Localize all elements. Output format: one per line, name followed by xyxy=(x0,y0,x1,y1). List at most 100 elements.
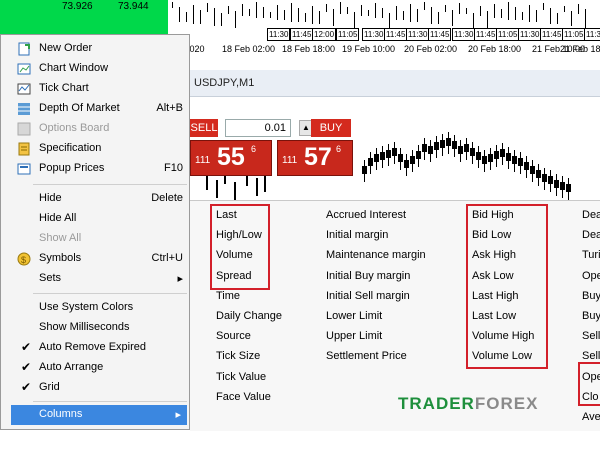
candle-body xyxy=(446,138,451,146)
column-option[interactable]: Initial margin xyxy=(326,229,388,241)
candle-wick xyxy=(216,180,218,198)
column-option[interactable]: Daily Change xyxy=(216,310,282,322)
menu-item-grid[interactable]: ✔ Grid xyxy=(1,378,189,398)
candle-wick xyxy=(578,4,579,14)
column-option[interactable]: Dea xyxy=(582,209,600,221)
highlight-box-middle xyxy=(466,204,548,369)
candle-wick xyxy=(298,8,299,22)
column-option[interactable]: Initial Sell margin xyxy=(326,290,410,302)
symbols-icon: $ xyxy=(17,252,31,266)
menu-item-show-milliseconds[interactable]: Show Milliseconds xyxy=(1,318,189,338)
sell-price-box[interactable]: 111 55 6 xyxy=(190,140,272,176)
candle-body xyxy=(458,146,463,154)
candle-wick xyxy=(550,8,551,24)
column-option[interactable]: Maintenance margin xyxy=(326,249,426,261)
menu-item-symbols[interactable]: $ Symbols Ctrl+U xyxy=(1,249,189,269)
time-box: 11:05 xyxy=(562,28,586,41)
candle-wick xyxy=(480,6,481,16)
column-option[interactable]: Source xyxy=(216,330,251,342)
candle-wick xyxy=(396,6,397,20)
candle-wick xyxy=(179,7,180,22)
column-option[interactable]: Tick Value xyxy=(216,371,266,383)
highlight-box-right xyxy=(578,362,600,406)
column-option[interactable]: Sell xyxy=(582,330,600,342)
column-option[interactable]: Face Value xyxy=(216,391,271,403)
watermark-part-2: FOREX xyxy=(474,394,539,413)
column-option[interactable]: Time xyxy=(216,290,240,302)
time-box: 11:30 xyxy=(584,28,600,41)
menu-item-hide[interactable]: Hide Delete xyxy=(1,189,189,209)
candle-wick xyxy=(200,10,201,24)
menu-item-auto-remove-expired[interactable]: ✔ Auto Remove Expired xyxy=(1,338,189,358)
candle-body xyxy=(416,151,421,159)
candle-wick xyxy=(264,174,266,192)
bid-value: 73.926 xyxy=(62,1,93,12)
menu-item-options-board[interactable]: Options Board xyxy=(1,119,189,139)
column-option[interactable]: Settlement Price xyxy=(326,350,407,362)
menu-item-popup-prices[interactable]: Popup Prices F10 xyxy=(1,159,189,179)
candle-body xyxy=(512,156,517,164)
candle-wick xyxy=(291,3,292,22)
menu-item-show-all[interactable]: Show All xyxy=(1,229,189,249)
candle-body xyxy=(368,158,373,166)
column-option[interactable]: Dea xyxy=(582,229,600,241)
column-option[interactable]: Tick Size xyxy=(216,350,260,362)
candle-body xyxy=(464,144,469,152)
lot-size-input[interactable]: 0.01 xyxy=(225,119,291,137)
candle-wick xyxy=(522,12,523,20)
candle-wick xyxy=(417,9,418,22)
menu-item-use-system-colors[interactable]: Use System Colors xyxy=(1,298,189,318)
chart-window-icon xyxy=(17,62,31,76)
column-option[interactable]: Lower Limit xyxy=(326,310,382,322)
time-box: 11:45 xyxy=(290,28,314,41)
column-option[interactable]: Initial Buy margin xyxy=(326,270,410,282)
column-option[interactable]: Turi xyxy=(582,249,600,261)
submenu-arrow-icon: ▸ xyxy=(175,409,181,421)
sell-button[interactable]: SELL xyxy=(190,119,218,137)
menu-item-specification[interactable]: Specification xyxy=(1,139,189,159)
candle-body xyxy=(518,158,523,166)
columns-submenu: Last High/Low Volume Spread Time Daily Change… xyxy=(190,200,600,431)
candle-body xyxy=(476,152,481,160)
candle-body xyxy=(380,152,385,160)
candle-wick xyxy=(529,5,530,22)
candle-wick xyxy=(207,3,208,12)
column-option[interactable]: Buy xyxy=(582,310,600,322)
menu-item-columns[interactable]: Columns ▸ xyxy=(11,405,187,425)
candle-wick xyxy=(403,11,404,20)
menu-item-hide-all[interactable]: Hide All xyxy=(1,209,189,229)
candle-body xyxy=(470,148,475,156)
menu-separator xyxy=(33,401,187,402)
time-box: 11:45 xyxy=(384,28,408,41)
column-option[interactable]: Upper Limit xyxy=(326,330,382,342)
candle-wick xyxy=(361,5,362,16)
menu-item-auto-arrange[interactable]: ✔ Auto Arrange xyxy=(1,358,189,378)
check-icon: ✔ xyxy=(21,360,32,374)
menu-item-chart-window[interactable]: Chart Window xyxy=(1,59,189,79)
menu-item-sets[interactable]: Sets ▸ xyxy=(1,269,189,289)
candle-body xyxy=(386,150,391,158)
candle-body xyxy=(530,166,535,174)
candle-body xyxy=(554,180,559,188)
menu-item-tick-chart[interactable]: Tick Chart xyxy=(1,79,189,99)
menu-item-new-order[interactable]: New Order xyxy=(1,39,189,59)
candle-wick xyxy=(494,4,495,18)
column-option[interactable]: Buy xyxy=(582,290,600,302)
buy-price-box[interactable]: 111 57 6 xyxy=(277,140,353,176)
time-box: 11:30 xyxy=(406,28,430,41)
candle-wick xyxy=(424,2,425,10)
column-option[interactable]: Sell xyxy=(582,350,600,362)
time-box: 11:30 xyxy=(518,28,542,41)
column-option[interactable]: Ope xyxy=(582,270,600,282)
candle-wick xyxy=(319,11,320,24)
column-option[interactable]: Accrued Interest xyxy=(326,209,406,221)
candle-wick xyxy=(508,2,509,20)
candle-wick xyxy=(585,9,586,28)
column-option[interactable]: Ave xyxy=(582,411,600,423)
buy-button[interactable]: BUY xyxy=(311,119,351,137)
candle-wick xyxy=(221,13,222,26)
candle-wick xyxy=(270,12,271,18)
popup-prices-icon xyxy=(17,162,31,176)
menu-item-depth-of-market[interactable]: Depth Of Market Alt+B xyxy=(1,99,189,119)
candle-wick xyxy=(312,6,313,24)
